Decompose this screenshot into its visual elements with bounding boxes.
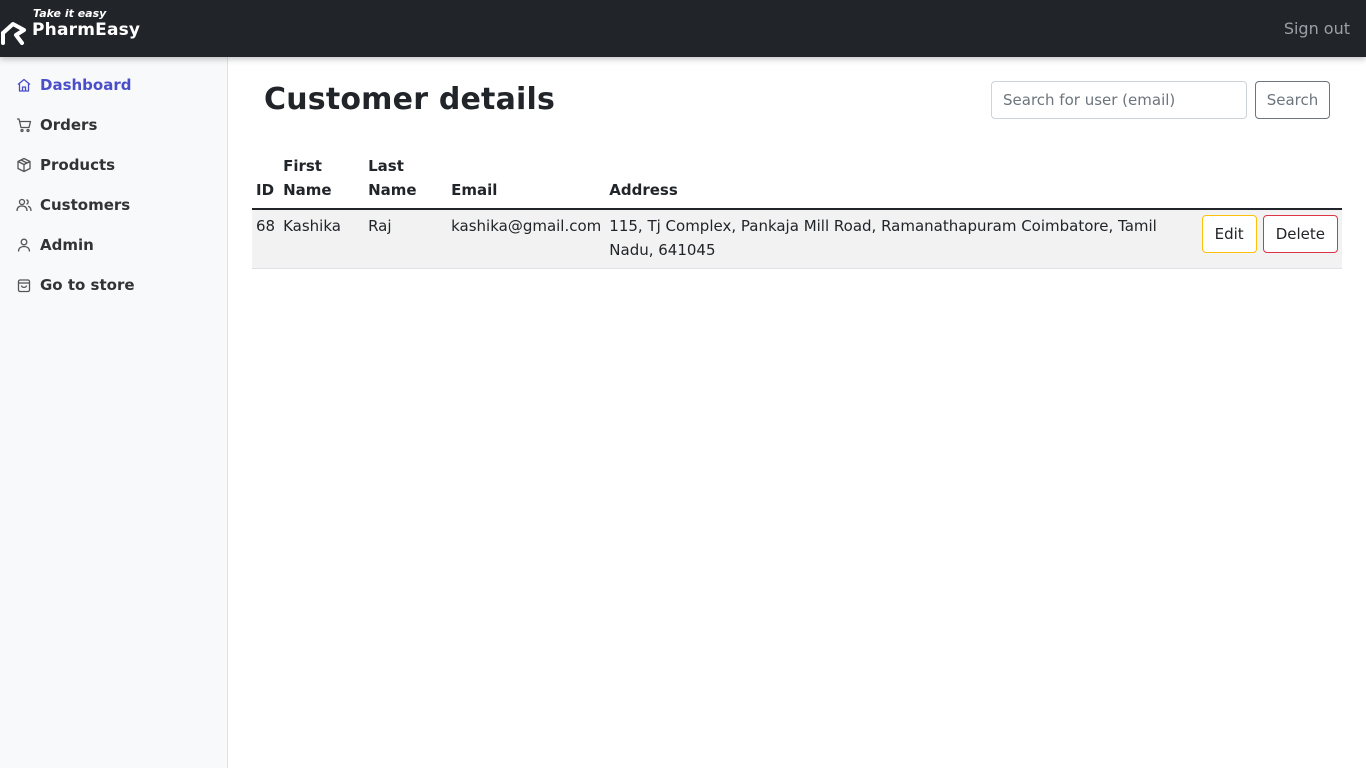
delete-button[interactable]: Delete xyxy=(1262,215,1338,253)
sidebar-item-dashboard[interactable]: Dashboard xyxy=(0,65,227,105)
column-header-email: Email xyxy=(447,154,606,210)
column-header-id: ID xyxy=(252,154,280,210)
table-row: 68 Kashika Raj kashika@gmail.com 115, Tj… xyxy=(252,209,1342,269)
table-header-row: ID First Name Last Name Email Address xyxy=(252,154,1342,210)
edit-button[interactable]: Edit xyxy=(1201,215,1257,253)
home-icon xyxy=(17,78,31,92)
shopping-bag-icon xyxy=(17,279,31,293)
brand-tagline: Take it easy xyxy=(33,7,107,20)
customers-table: ID First Name Last Name Email Address 68… xyxy=(252,154,1342,269)
top-navbar: Take it easy PharmEasy Sign out xyxy=(0,0,1366,57)
sidebar-item-label: Orders xyxy=(40,116,98,134)
cell-address: 115, Tj Complex, Pankaja Mill Road, Rama… xyxy=(605,209,1196,269)
box-icon xyxy=(17,157,31,173)
brand-logo[interactable]: Take it easy PharmEasy xyxy=(0,0,160,57)
cell-email: kashika@gmail.com xyxy=(447,209,606,269)
sidebar: Dashboard Orders Products Customers Admi… xyxy=(0,57,228,768)
column-header-last-name: Last Name xyxy=(364,154,448,210)
sidebar-item-orders[interactable]: Orders xyxy=(0,105,227,145)
cell-first-name: Kashika xyxy=(279,209,365,269)
page-title: Customer details xyxy=(264,82,556,117)
sidebar-item-go-to-store[interactable]: Go to store xyxy=(0,265,227,305)
main-content: Customer details Search ID First Name La… xyxy=(228,57,1366,768)
cell-last-name: Raj xyxy=(364,209,448,269)
sidebar-item-label: Admin xyxy=(40,236,94,254)
sidebar-item-label: Products xyxy=(40,156,116,174)
brand-name: PharmEasy xyxy=(32,20,141,40)
column-header-address: Address xyxy=(605,154,1196,210)
sidebar-item-label: Go to store xyxy=(40,276,135,294)
column-header-actions xyxy=(1195,154,1342,210)
pharmeasy-logo-icon xyxy=(1,22,26,45)
cell-id: 68 xyxy=(252,209,280,269)
sidebar-item-label: Dashboard xyxy=(40,76,132,94)
cell-actions: Edit Delete xyxy=(1195,209,1342,269)
user-icon xyxy=(17,238,31,252)
sidebar-item-admin[interactable]: Admin xyxy=(0,225,227,265)
sidebar-item-products[interactable]: Products xyxy=(0,145,227,185)
sign-out-link[interactable]: Sign out xyxy=(1284,19,1350,38)
search-input[interactable] xyxy=(991,81,1247,119)
search-form: Search xyxy=(991,81,1330,119)
cart-icon xyxy=(17,118,32,133)
sidebar-item-customers[interactable]: Customers xyxy=(0,185,227,225)
column-header-first-name: First Name xyxy=(279,154,365,210)
search-button[interactable]: Search xyxy=(1255,81,1330,119)
users-icon xyxy=(16,198,32,212)
sidebar-item-label: Customers xyxy=(40,196,131,214)
